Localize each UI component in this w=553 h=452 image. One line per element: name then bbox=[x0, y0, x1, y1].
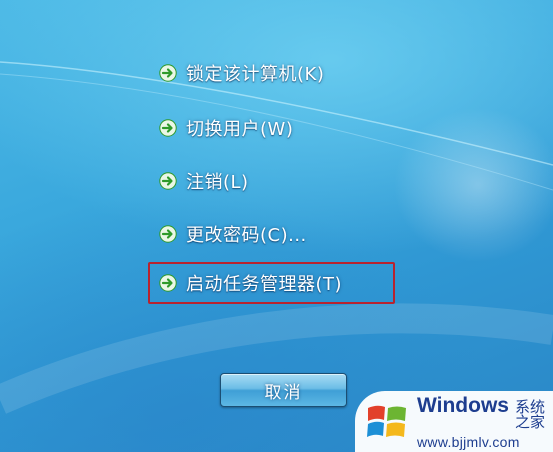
green-arrow-icon bbox=[158, 171, 178, 191]
watermark-brand-cn: 系统之家 bbox=[514, 397, 545, 431]
cancel-button[interactable]: 取消 bbox=[220, 373, 347, 407]
watermark-text: Windows 系统之家 www.bjjmlv.com bbox=[417, 395, 553, 449]
menu-item-switch-user[interactable]: 切换用户(W) bbox=[158, 110, 293, 146]
menu-item-log-off[interactable]: 注销(L) bbox=[158, 163, 249, 199]
windows-logo-icon bbox=[367, 405, 406, 437]
watermark-brand-row: Windows 系统之家 bbox=[417, 395, 553, 430]
menu-item-label: 切换用户(W) bbox=[186, 119, 294, 140]
watermark: Windows 系统之家 www.bjjmlv.com bbox=[355, 391, 553, 452]
menu-item-label: 更改密码(C)... bbox=[186, 225, 307, 246]
highlight-box bbox=[148, 262, 395, 304]
green-arrow-icon bbox=[158, 118, 178, 138]
watermark-url: www.bjjmlv.com bbox=[417, 433, 520, 450]
green-arrow-icon bbox=[158, 224, 178, 244]
menu-item-label: 锁定该计算机(K) bbox=[186, 64, 325, 85]
menu-item-lock-computer[interactable]: 锁定该计算机(K) bbox=[158, 55, 324, 91]
menu-item-change-password[interactable]: 更改密码(C)... bbox=[158, 216, 307, 252]
watermark-brand: Windows bbox=[417, 393, 509, 417]
menu-item-label: 注销(L) bbox=[186, 172, 249, 193]
green-arrow-icon bbox=[158, 63, 178, 83]
